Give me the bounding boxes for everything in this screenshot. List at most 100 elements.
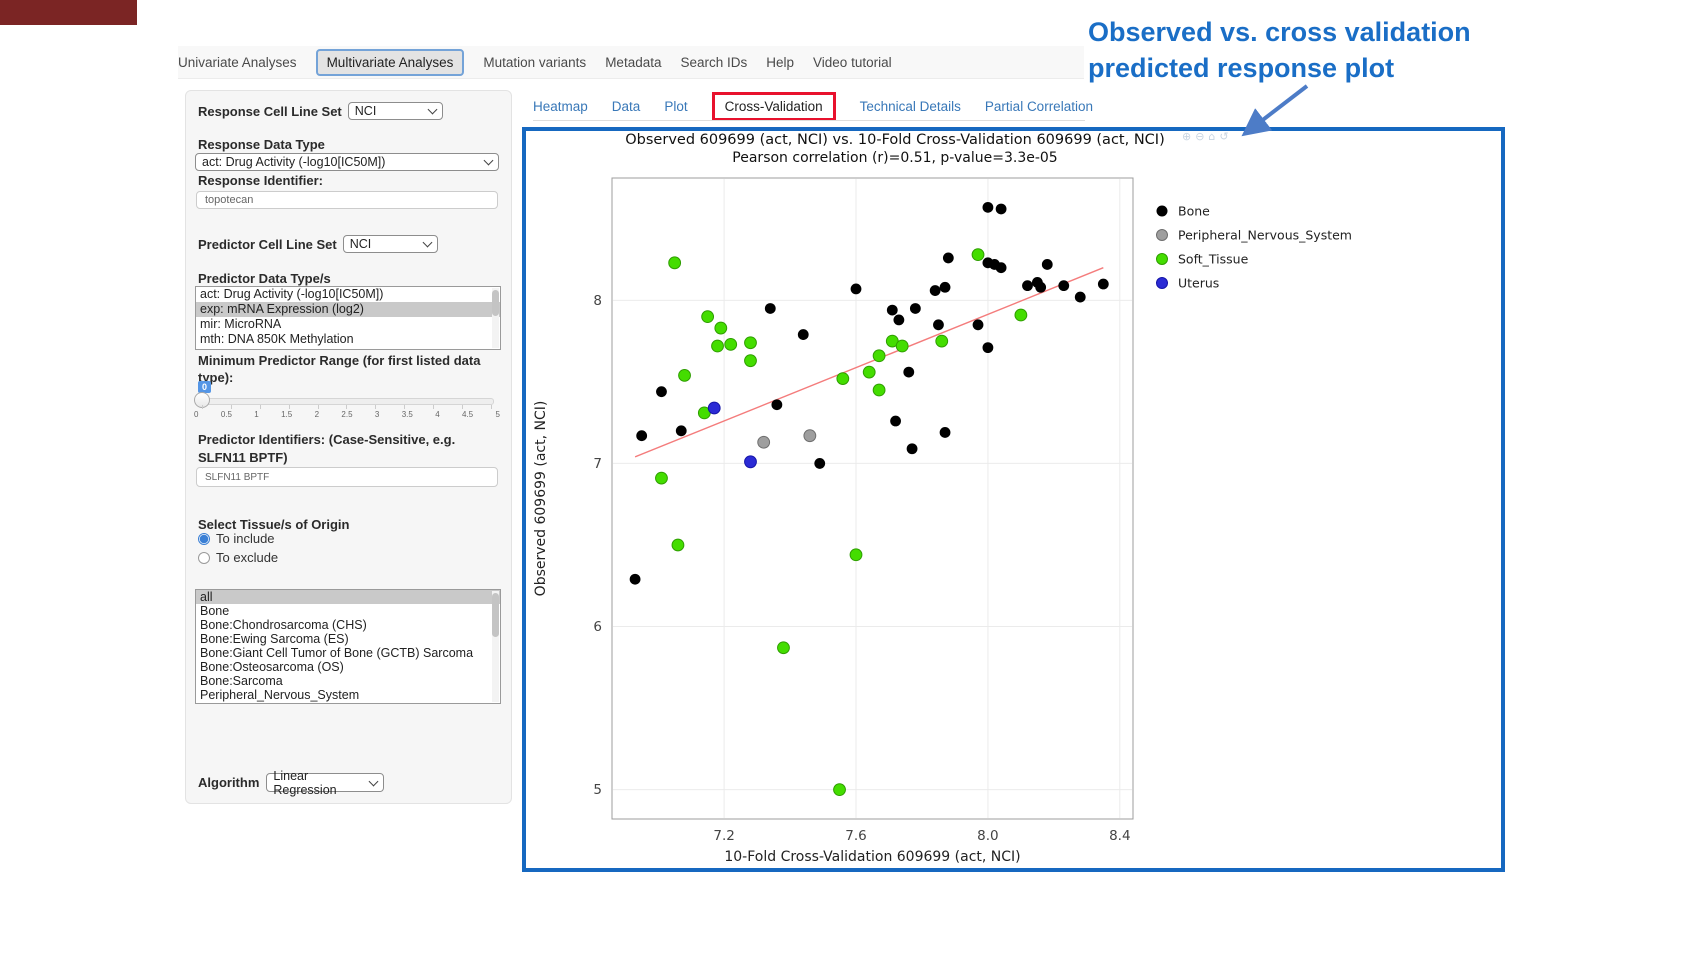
algorithm-select[interactable]: Linear Regression <box>266 773 384 792</box>
legend-marker-uterus[interactable] <box>1157 278 1168 289</box>
legend-marker-peripheral_nervous_system[interactable] <box>1157 230 1168 241</box>
data-point-bone[interactable] <box>1042 259 1053 270</box>
data-point-soft_tissue[interactable] <box>972 249 984 261</box>
data-point-soft_tissue[interactable] <box>834 784 846 796</box>
list-item[interactable]: Bone:Chondrosarcoma (CHS) <box>196 618 500 632</box>
legend-label[interactable]: Bone <box>1178 204 1210 219</box>
data-point-soft_tissue[interactable] <box>936 335 948 347</box>
list-item[interactable]: Bone <box>196 604 500 618</box>
data-point-bone[interactable] <box>887 305 898 316</box>
plot-toolbar-icons[interactable]: ⊕⊖⌂↺ <box>1182 130 1233 143</box>
legend-label[interactable]: Uterus <box>1178 276 1219 291</box>
nav-search-ids[interactable]: Search IDs <box>680 49 747 76</box>
nav-mutation-variants[interactable]: Mutation variants <box>483 49 586 76</box>
data-point-soft_tissue[interactable] <box>778 642 790 654</box>
data-point-bone[interactable] <box>676 425 687 436</box>
nav-metadata[interactable]: Metadata <box>605 49 661 76</box>
data-point-soft_tissue[interactable] <box>745 355 757 367</box>
list-item[interactable]: Bone:Sarcoma <box>196 674 500 688</box>
data-point-bone[interactable] <box>771 399 782 410</box>
data-point-bone[interactable] <box>907 443 918 454</box>
list-item[interactable]: Bone:Osteosarcoma (OS) <box>196 660 500 674</box>
nav-univariate-analyses[interactable]: Univariate Analyses <box>178 49 297 76</box>
list-item[interactable]: Peripheral_Nervous_System <box>196 688 500 702</box>
predictor-identifiers-input[interactable]: SLFN11 BPTF <box>196 467 498 487</box>
data-point-soft_tissue[interactable] <box>672 539 684 551</box>
data-point-uterus[interactable] <box>745 456 757 468</box>
legend-label[interactable]: Peripheral_Nervous_System <box>1178 228 1352 243</box>
list-item[interactable]: mir: MicroRNA <box>196 317 500 332</box>
data-point-bone[interactable] <box>903 367 914 378</box>
data-point-soft_tissue[interactable] <box>725 338 737 350</box>
data-point-soft_tissue[interactable] <box>896 340 908 352</box>
data-point-bone[interactable] <box>996 204 1007 215</box>
data-point-bone[interactable] <box>983 202 994 213</box>
radio-to-exclude[interactable]: To exclude <box>198 550 278 565</box>
data-point-bone[interactable] <box>893 315 904 326</box>
data-point-soft_tissue[interactable] <box>837 373 849 385</box>
data-point-peripheral_nervous_system[interactable] <box>758 436 770 448</box>
data-point-soft_tissue[interactable] <box>745 337 757 349</box>
tab-cross-validation[interactable]: Cross-Validation <box>712 92 836 121</box>
data-point-bone[interactable] <box>983 342 994 353</box>
data-point-soft_tissue[interactable] <box>1015 309 1027 321</box>
data-point-soft_tissue[interactable] <box>656 472 668 484</box>
data-point-soft_tissue[interactable] <box>863 366 875 378</box>
tissue-listbox[interactable]: all Bone Bone:Chondrosarcoma (CHS) Bone:… <box>195 589 501 704</box>
tab-plot[interactable]: Plot <box>664 99 687 114</box>
radio-to-include[interactable]: To include <box>198 531 275 546</box>
list-item-selected[interactable]: exp: mRNA Expression (log2) <box>196 302 500 317</box>
data-point-bone[interactable] <box>930 285 941 296</box>
data-point-bone[interactable] <box>1058 280 1069 291</box>
data-point-soft_tissue[interactable] <box>712 340 724 352</box>
data-point-bone[interactable] <box>656 386 667 397</box>
data-point-bone[interactable] <box>940 427 951 438</box>
data-point-bone[interactable] <box>933 319 944 330</box>
data-point-uterus[interactable] <box>708 402 720 414</box>
response-cell-line-set-select[interactable]: NCI <box>348 102 443 120</box>
data-point-bone[interactable] <box>798 329 809 340</box>
data-point-soft_tissue[interactable] <box>679 369 691 381</box>
data-point-soft_tissue[interactable] <box>669 257 681 269</box>
data-point-bone[interactable] <box>765 303 776 314</box>
data-point-bone[interactable] <box>630 574 641 585</box>
data-point-bone[interactable] <box>1035 282 1046 293</box>
min-predictor-range-slider[interactable] <box>202 398 494 405</box>
response-data-type-select[interactable]: act: Drug Activity (-log10[IC50M]) <box>195 153 499 171</box>
data-point-soft_tissue[interactable] <box>873 384 885 396</box>
data-point-soft_tissue[interactable] <box>850 549 862 561</box>
data-point-bone[interactable] <box>996 262 1007 273</box>
nav-video-tutorial[interactable]: Video tutorial <box>813 49 892 76</box>
list-item[interactable]: mth: DNA 850K Methylation <box>196 332 500 347</box>
data-point-bone[interactable] <box>851 284 862 295</box>
tab-technical-details[interactable]: Technical Details <box>860 99 961 114</box>
data-point-bone[interactable] <box>910 303 921 314</box>
list-item[interactable]: Bone:Giant Cell Tumor of Bone (GCTB) Sar… <box>196 646 500 660</box>
scrollbar[interactable] <box>492 591 499 702</box>
data-point-bone[interactable] <box>1075 292 1086 303</box>
predictor-cell-line-set-select[interactable]: NCI <box>343 235 438 253</box>
data-point-bone[interactable] <box>940 282 951 293</box>
legend-marker-bone[interactable] <box>1157 206 1168 217</box>
tab-partial-correlation[interactable]: Partial Correlation <box>985 99 1093 114</box>
data-point-bone[interactable] <box>814 458 825 469</box>
data-point-bone[interactable] <box>973 319 984 330</box>
list-item-selected[interactable]: all <box>196 590 500 604</box>
response-identifier-input[interactable]: topotecan <box>196 191 498 209</box>
data-point-bone[interactable] <box>1022 280 1033 291</box>
tab-heatmap[interactable]: Heatmap <box>533 99 588 114</box>
scrollbar[interactable] <box>492 288 499 348</box>
data-point-soft_tissue[interactable] <box>873 350 885 362</box>
data-point-bone[interactable] <box>890 416 901 427</box>
list-item[interactable]: act: Drug Activity (-log10[IC50M]) <box>196 287 500 302</box>
data-point-bone[interactable] <box>943 253 954 264</box>
data-point-soft_tissue[interactable] <box>702 311 714 323</box>
data-point-soft_tissue[interactable] <box>715 322 727 334</box>
data-point-bone[interactable] <box>636 430 647 441</box>
legend-label[interactable]: Soft_Tissue <box>1178 252 1249 267</box>
legend-marker-soft_tissue[interactable] <box>1157 254 1168 265</box>
data-point-peripheral_nervous_system[interactable] <box>804 430 816 442</box>
list-item[interactable]: Bone:Ewing Sarcoma (ES) <box>196 632 500 646</box>
tab-data[interactable]: Data <box>612 99 641 114</box>
nav-help[interactable]: Help <box>766 49 794 76</box>
